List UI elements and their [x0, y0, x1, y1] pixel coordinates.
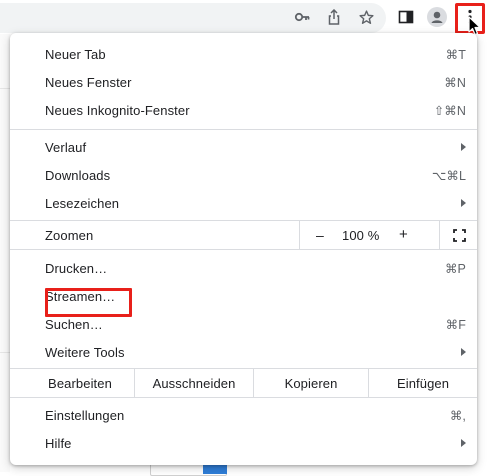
menu-item-label: Suchen…: [45, 316, 103, 332]
key-icon[interactable]: [293, 8, 311, 26]
submenu-arrow-icon: [461, 143, 466, 151]
page-divider: [0, 88, 10, 89]
paste-button[interactable]: Einfügen: [368, 369, 477, 397]
menu-item-more-tools[interactable]: Weitere Tools: [10, 338, 477, 366]
menu-item-label: Lesezeichen: [45, 195, 120, 211]
menu-item-label: Hilfe: [45, 435, 72, 451]
menu-item-help[interactable]: Hilfe: [10, 429, 477, 457]
zoom-level: 100 %: [342, 228, 380, 243]
edit-label: Bearbeiten: [48, 375, 112, 391]
menu-item-shortcut: ⌘,: [449, 408, 466, 423]
zoom-out-button[interactable]: –: [316, 227, 324, 243]
menu-item-label: Einstellungen: [45, 407, 125, 423]
copy-button[interactable]: Kopieren: [253, 369, 368, 397]
menu-item-shortcut: ⌘F: [445, 317, 466, 332]
browser-toolbar: [0, 0, 489, 36]
zoom-controls: – 100 % +: [299, 221, 477, 249]
menu-item-label: Neuer Tab: [45, 46, 106, 62]
submenu-arrow-icon: [461, 348, 466, 356]
menu-item-new-tab[interactable]: Neuer Tab ⌘T: [10, 40, 477, 68]
chrome-main-menu: Neuer Tab ⌘T Neues Fenster ⌘N Neues Inko…: [10, 33, 477, 465]
zoom-row: Zoomen – 100 % +: [10, 221, 477, 249]
menu-item-label: Neues Fenster: [45, 74, 132, 90]
menu-item-new-window[interactable]: Neues Fenster ⌘N: [10, 68, 477, 96]
menu-item-label: Downloads: [45, 167, 111, 183]
submenu-arrow-icon: [461, 199, 466, 207]
menu-item-settings[interactable]: Einstellungen ⌘,: [10, 401, 477, 429]
profile-icon[interactable]: [427, 7, 447, 27]
star-icon[interactable]: [357, 8, 375, 26]
page-divider: [0, 352, 10, 353]
menu-item-shortcut: ⇧⌘N: [433, 103, 466, 118]
print-highlight-box: [45, 288, 132, 317]
share-icon[interactable]: [325, 8, 343, 26]
menu-item-shortcut: ⌥⌘L: [431, 168, 466, 183]
menu-item-label: Drucken…: [45, 260, 108, 276]
menu-item-shortcut: ⌘P: [444, 261, 466, 276]
menu-item-bookmarks[interactable]: Lesezeichen: [10, 189, 477, 217]
menu-item-history[interactable]: Verlauf: [10, 133, 477, 161]
menu-item-print[interactable]: Drucken… ⌘P: [10, 254, 477, 282]
side-panel-icon[interactable]: [397, 8, 415, 26]
menu-item-label: Neues Inkognito-Fenster: [45, 102, 190, 118]
zoom-in-button[interactable]: +: [399, 226, 408, 243]
menu-item-label: Weitere Tools: [45, 344, 125, 360]
cut-button[interactable]: Ausschneiden: [134, 369, 253, 397]
edit-row: Bearbeiten Ausschneiden Kopieren Einfüge…: [10, 369, 477, 397]
menu-item-label: Verlauf: [45, 139, 87, 155]
fullscreen-button[interactable]: [439, 221, 478, 249]
menu-item-new-incognito-window[interactable]: Neues Inkognito-Fenster ⇧⌘N: [10, 96, 477, 124]
submenu-arrow-icon: [461, 439, 466, 447]
zoom-label: Zoomen: [45, 228, 94, 243]
fullscreen-icon: [453, 229, 466, 242]
menu-separator: [10, 129, 477, 130]
menu-item-shortcut: ⌘T: [445, 47, 466, 62]
menu-separator: [10, 397, 477, 398]
menu-item-downloads[interactable]: Downloads ⌥⌘L: [10, 161, 477, 189]
menu-separator: [10, 249, 477, 250]
menu-item-shortcut: ⌘N: [444, 75, 466, 90]
page-background: [0, 34, 10, 472]
